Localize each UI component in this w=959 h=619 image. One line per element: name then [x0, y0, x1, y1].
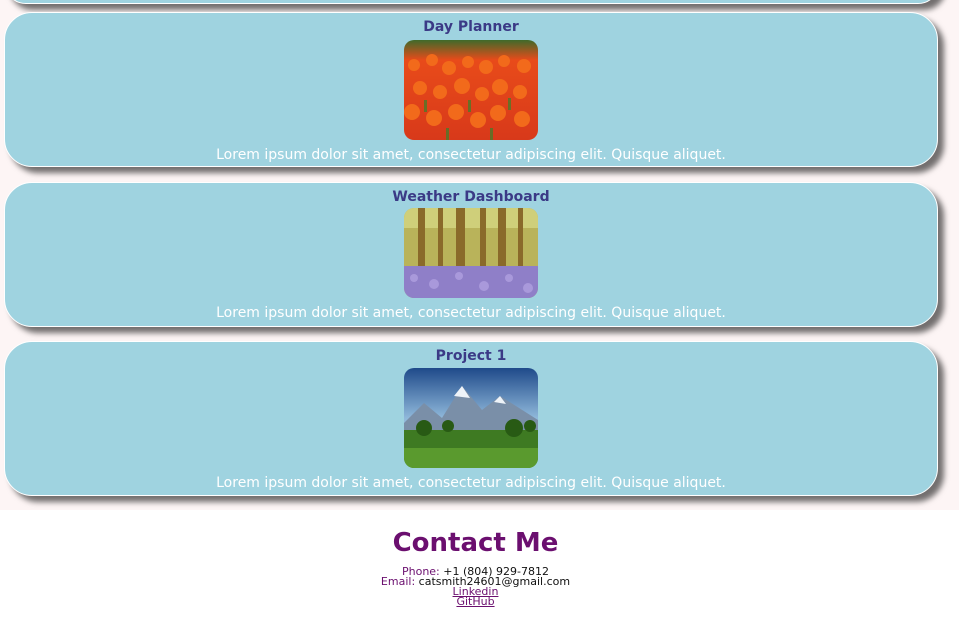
github-link[interactable]: GitHub	[456, 595, 494, 608]
project-title: Day Planner	[423, 19, 519, 35]
project-description: Lorem ipsum dolor sit amet, consectetur …	[216, 475, 726, 491]
tulip-field-image	[404, 40, 538, 140]
project-title: Project 1	[435, 348, 507, 364]
project-image-forest[interactable]	[404, 208, 538, 298]
project-title: Weather Dashboard	[392, 189, 550, 205]
project-description: Lorem ipsum dolor sit amet, consectetur …	[216, 147, 726, 163]
project-card-day-planner[interactable]: Day Planner Lorem ipsum dolor sit amet, …	[4, 12, 938, 167]
project-card-weather-dashboard[interactable]: Weather Dashboard Lorem ipsum dolor sit …	[4, 182, 938, 327]
contact-title: Contact Me	[392, 528, 559, 558]
project-card-project-1[interactable]: Project 1 Lorem ipsum dolor sit amet, co…	[4, 341, 938, 496]
contact-section: Contact Me Phone: +1 (804) 929-7812 Emai…	[0, 526, 959, 607]
previous-project-card-edge	[4, 0, 940, 4]
bluebell-forest-image	[404, 208, 538, 298]
email-label: Email:	[380, 575, 416, 588]
project-image-mountains[interactable]	[404, 368, 538, 468]
project-description: Lorem ipsum dolor sit amet, consectetur …	[216, 305, 726, 321]
mountain-meadow-image	[404, 368, 538, 468]
project-image-tulips[interactable]	[404, 40, 538, 140]
